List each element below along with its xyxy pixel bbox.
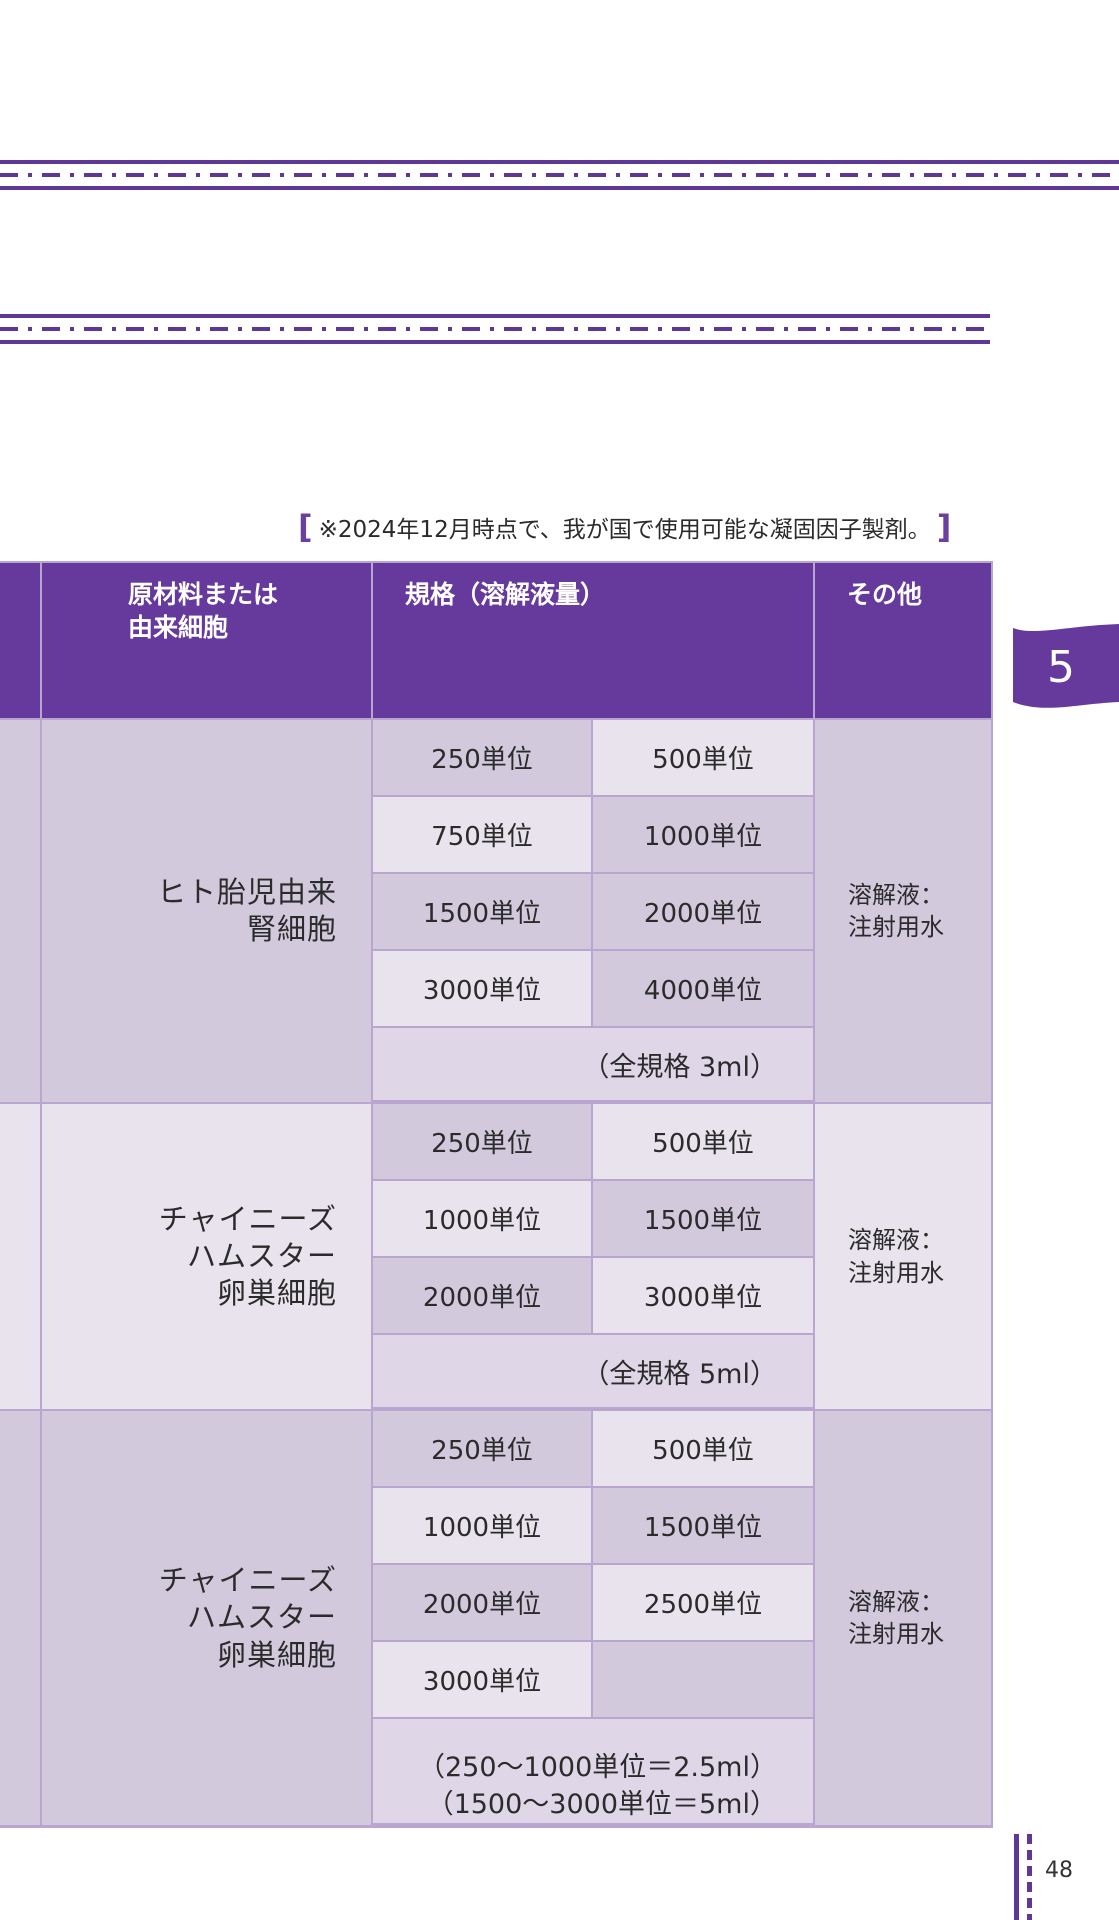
unit-cell: 1500単位 bbox=[593, 1488, 813, 1563]
header-source: 原材料または 由来細胞 bbox=[42, 563, 371, 718]
volume-note-cell: （全規格 5ml） bbox=[373, 1335, 813, 1407]
source-line: チャイニーズ bbox=[158, 1201, 337, 1236]
source-text: チャイニーズ ハムスター 卵巣細胞 bbox=[159, 1201, 337, 1312]
other-line: 注射用水 bbox=[848, 1258, 944, 1287]
table-row-first-column bbox=[0, 720, 40, 1102]
table-row-first-column bbox=[0, 1411, 40, 1825]
header-other: その他 bbox=[815, 563, 991, 718]
top-decorative-rule bbox=[0, 160, 1119, 194]
unit-cell: 3000単位 bbox=[373, 951, 591, 1026]
header-source-line1: 原材料または bbox=[128, 580, 279, 609]
volume-note-line: （全規格 5ml） bbox=[582, 1358, 777, 1390]
unit-cell: 3000単位 bbox=[373, 1642, 591, 1717]
table-row-first-column bbox=[0, 1104, 40, 1409]
unit-cell: 2000単位 bbox=[373, 1565, 591, 1640]
other-cell: 溶解液： 注射用水 bbox=[815, 1104, 991, 1409]
source-cell: チャイニーズ ハムスター 卵巣細胞 bbox=[42, 1104, 371, 1409]
unit-cell: 1500単位 bbox=[373, 874, 591, 949]
other-line: 溶解液： bbox=[848, 1226, 944, 1255]
note-bracket-left: [ bbox=[298, 508, 313, 546]
header-first-column bbox=[0, 563, 40, 718]
source-text: チャイニーズ ハムスター 卵巣細胞 bbox=[159, 1562, 337, 1673]
second-decorative-rule bbox=[0, 314, 990, 348]
unit-cell: 1000単位 bbox=[373, 1488, 591, 1563]
note-text: ※2024年12月時点で、我が国で使用可能な凝固因子製剤。 bbox=[318, 517, 931, 543]
other-text: 溶解液： 注射用水 bbox=[848, 879, 944, 944]
page-number: 48 bbox=[1045, 1858, 1073, 1883]
other-line: 溶解液： bbox=[848, 1587, 944, 1616]
volume-note-cell: （全規格 3ml） bbox=[373, 1028, 813, 1100]
header-spec: 規格（溶解液量） bbox=[373, 563, 813, 718]
unit-cell: 250単位 bbox=[373, 1104, 591, 1179]
volume-note-line: （1500～3000単位＝5ml） bbox=[426, 1788, 777, 1820]
other-text: 溶解液： 注射用水 bbox=[848, 1224, 944, 1289]
volume-note-line: （250～1000単位＝2.5ml） bbox=[418, 1752, 777, 1784]
other-line: 溶解液： bbox=[848, 880, 944, 909]
source-line: 腎細胞 bbox=[246, 912, 337, 946]
source-line: ハムスター bbox=[186, 1600, 337, 1635]
unit-cell: 1000単位 bbox=[373, 1181, 591, 1256]
header-spec-label: 規格（溶解液量） bbox=[405, 580, 606, 609]
unit-cell: 1500単位 bbox=[593, 1181, 813, 1256]
source-line: 卵巣細胞 bbox=[216, 1276, 337, 1311]
unit-cell: 250単位 bbox=[373, 720, 591, 795]
chapter-tab-flag: 5 bbox=[1013, 624, 1119, 708]
unit-cell: 4000単位 bbox=[593, 951, 813, 1026]
unit-cell: 3000単位 bbox=[593, 1258, 813, 1333]
header-source-line2: 由来細胞 bbox=[128, 612, 229, 642]
unit-cell: 750単位 bbox=[373, 797, 591, 872]
other-text: 溶解液： 注射用水 bbox=[848, 1586, 944, 1651]
page-number-bar-left bbox=[1014, 1834, 1019, 1920]
source-cell: チャイニーズ ハムスター 卵巣細胞 bbox=[42, 1411, 371, 1825]
unit-cell: 250単位 bbox=[373, 1411, 591, 1486]
source-text: ヒト胎児由来 腎細胞 bbox=[157, 874, 337, 948]
unit-cell: 2000単位 bbox=[593, 874, 813, 949]
volume-note-line: （全規格 3ml） bbox=[582, 1051, 777, 1083]
source-line: ヒト胎児由来 bbox=[156, 874, 337, 909]
header-other-label: その他 bbox=[847, 580, 923, 609]
source-line: ハムスター bbox=[186, 1238, 337, 1273]
availability-note: [ ※2024年12月時点で、我が国で使用可能な凝固因子製剤。 ] bbox=[292, 510, 957, 544]
source-line: チャイニーズ bbox=[158, 1563, 337, 1598]
other-line: 注射用水 bbox=[848, 913, 944, 941]
chapter-number: 5 bbox=[1047, 642, 1075, 693]
page-number-bar-right bbox=[1027, 1834, 1032, 1920]
unit-cell: 500単位 bbox=[593, 1104, 813, 1179]
other-cell: 溶解液： 注射用水 bbox=[815, 1411, 991, 1825]
other-cell: 溶解液： 注射用水 bbox=[815, 720, 991, 1102]
volume-note-cell: （250～1000単位＝2.5ml） （1500～3000単位＝5ml） bbox=[373, 1719, 813, 1823]
source-cell: ヒト胎児由来 腎細胞 bbox=[42, 720, 371, 1102]
unit-cell: 500単位 bbox=[593, 720, 813, 795]
note-bracket-right: ] bbox=[936, 508, 952, 546]
source-line: 卵巣細胞 bbox=[216, 1637, 337, 1672]
unit-cell: 1000単位 bbox=[593, 797, 813, 872]
unit-cell: 2500単位 bbox=[593, 1565, 813, 1640]
other-line: 注射用水 bbox=[848, 1620, 944, 1648]
unit-cell: 500単位 bbox=[593, 1411, 813, 1486]
unit-cell bbox=[593, 1642, 813, 1717]
unit-cell: 2000単位 bbox=[373, 1258, 591, 1333]
